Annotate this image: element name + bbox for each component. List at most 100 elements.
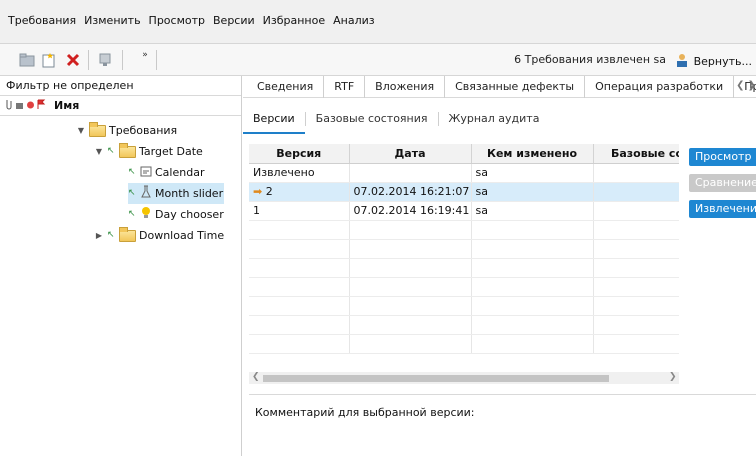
menu-analysis[interactable]: Анализ	[329, 14, 379, 27]
folder-icon	[119, 142, 136, 158]
tree-label: Calendar	[155, 166, 205, 179]
tab-audit-log[interactable]: Журнал аудита	[439, 104, 550, 134]
revert-button[interactable]: Вернуть...	[675, 53, 752, 70]
collapse-icon[interactable]: ▼	[76, 126, 86, 135]
tab-dev-operation[interactable]: Операция разработки	[585, 75, 735, 98]
table-row	[249, 239, 679, 259]
menu-versions[interactable]: Версии	[209, 14, 259, 27]
tab-linked-defects[interactable]: Связанные дефекты	[445, 75, 586, 98]
cell-version: ➡ 2	[249, 182, 350, 202]
column-version[interactable]: Версия	[249, 144, 350, 164]
versions-table: Версия Дата Кем изменено Базовые со Извл…	[249, 144, 679, 384]
folder-icon	[89, 121, 106, 137]
table-row	[249, 258, 679, 278]
tree-node-month-slider[interactable]: ↖ Month slider	[128, 183, 224, 204]
cell-baselines	[593, 201, 679, 221]
cell-changed-by: sa	[471, 182, 594, 202]
flag-icon	[37, 99, 46, 113]
table-row[interactable]: Извлечено sa	[249, 163, 679, 183]
compare-button[interactable]: Сравнение	[689, 174, 756, 192]
menu-view[interactable]: Просмотр	[145, 14, 209, 27]
tree-node-target-date[interactable]: ▼ ↖ Target Date	[94, 141, 203, 162]
menu-favorites[interactable]: Избранное	[259, 14, 329, 27]
new-requirement-icon[interactable]	[40, 51, 58, 69]
table-row[interactable]: ➡ 2 07.02.2014 16:21:07 sa	[249, 182, 679, 202]
revert-label: Вернуть...	[693, 55, 752, 68]
version-comment-label: Комментарий для выбранной версии:	[255, 406, 475, 419]
folder-icon	[119, 226, 136, 242]
new-folder-icon[interactable]	[18, 51, 36, 69]
tab-details[interactable]: Сведения	[247, 75, 325, 98]
tree-node-day-chooser[interactable]: ↖ Day chooser	[128, 204, 224, 225]
column-changed-by[interactable]: Кем изменено	[471, 144, 594, 164]
tree-label: Month slider	[155, 187, 224, 200]
tree-node-calendar[interactable]: ↖ Calendar	[128, 162, 204, 183]
tree-label: Требования	[109, 124, 178, 137]
version-value: 2	[265, 185, 273, 198]
tree-label: Target Date	[139, 145, 203, 158]
lock-icon	[15, 99, 24, 113]
tab-baselines[interactable]: Базовые состояния	[306, 104, 438, 134]
tree-label: Day chooser	[155, 208, 224, 221]
table-row	[249, 220, 679, 240]
delete-icon[interactable]	[64, 51, 82, 69]
tree-label: Download Time	[139, 229, 225, 242]
cell-date: 07.02.2014 16:21:07	[349, 182, 472, 202]
move-icon[interactable]	[96, 51, 114, 69]
requirement-status-icon: ↖	[128, 209, 136, 219]
table-row	[249, 315, 679, 335]
table-row[interactable]: 1 07.02.2014 16:19:41 sa	[249, 201, 679, 221]
cell-changed-by: sa	[471, 163, 594, 183]
scrollbar-thumb[interactable]	[263, 375, 609, 382]
cell-version: Извлечено	[249, 163, 350, 183]
horizontal-scrollbar[interactable]: ❮ ❯	[249, 372, 679, 384]
scroll-left-icon[interactable]: ❮	[252, 372, 260, 382]
details-pane: Сведения RTF Вложения Связанные дефекты …	[243, 75, 756, 456]
expand-tree-icon[interactable]: ▶	[94, 231, 104, 240]
cell-baselines	[593, 163, 679, 183]
cell-date: 07.02.2014 16:19:41	[349, 201, 472, 221]
tree-node-requirements[interactable]: ▼ Требования	[76, 120, 177, 141]
tabs-scroll-icon[interactable]: ❮ ❯	[736, 80, 756, 91]
requirement-status-icon: ↖	[107, 146, 115, 156]
tab-versions[interactable]: Версии	[243, 104, 305, 134]
tree-node-download-time[interactable]: ▶ ↖ Download Time	[94, 225, 224, 246]
table-row	[249, 296, 679, 316]
collapse-icon[interactable]: ▼	[94, 147, 104, 156]
divider	[249, 394, 756, 395]
filter-label[interactable]: Фильтр не определен	[0, 76, 241, 96]
expand-icon[interactable]: »	[136, 46, 154, 64]
checkout-button[interactable]: Извлечение	[689, 200, 756, 218]
cell-version: 1	[249, 201, 350, 221]
column-date[interactable]: Дата	[349, 144, 472, 164]
tab-rtf[interactable]: RTF	[324, 75, 366, 98]
version-subtabs: Версии Базовые состояния Журнал аудита	[243, 104, 549, 134]
status-text: 6 Требования извлечен sa	[514, 53, 666, 66]
toolbar: » 6 Требования извлечен sa Вернуть...	[0, 44, 756, 76]
cell-date	[349, 163, 472, 183]
calendar-icon	[140, 165, 152, 180]
menu-edit[interactable]: Изменить	[80, 14, 144, 27]
tab-attachments[interactable]: Вложения	[365, 75, 446, 98]
user-icon	[675, 53, 689, 70]
test-tube-icon	[140, 185, 152, 202]
tree-header: Имя	[0, 96, 241, 116]
name-column-header[interactable]: Имя	[54, 99, 79, 112]
current-arrow-icon: ➡	[253, 185, 263, 198]
cell-changed-by: sa	[471, 201, 594, 221]
column-baselines[interactable]: Базовые со	[593, 144, 679, 164]
tree-pane: Фильтр не определен Имя ▼ Требования ▼ ↖…	[0, 76, 242, 456]
menu-requirements[interactable]: Требования	[4, 14, 80, 27]
cell-baselines	[593, 182, 679, 202]
view-button[interactable]: Просмотр	[689, 148, 756, 166]
alert-icon	[26, 99, 35, 113]
requirement-status-icon: ↖	[128, 188, 136, 198]
version-actions: Просмотр Сравнение Извлечение	[689, 148, 756, 226]
detail-tabs: Сведения RTF Вложения Связанные дефекты …	[243, 75, 756, 98]
requirement-status-icon: ↖	[128, 167, 136, 177]
scroll-right-icon[interactable]: ❯	[669, 372, 677, 382]
attachment-icon	[4, 99, 13, 113]
table-row	[249, 334, 679, 354]
lightbulb-icon	[140, 206, 152, 223]
table-row	[249, 277, 679, 297]
